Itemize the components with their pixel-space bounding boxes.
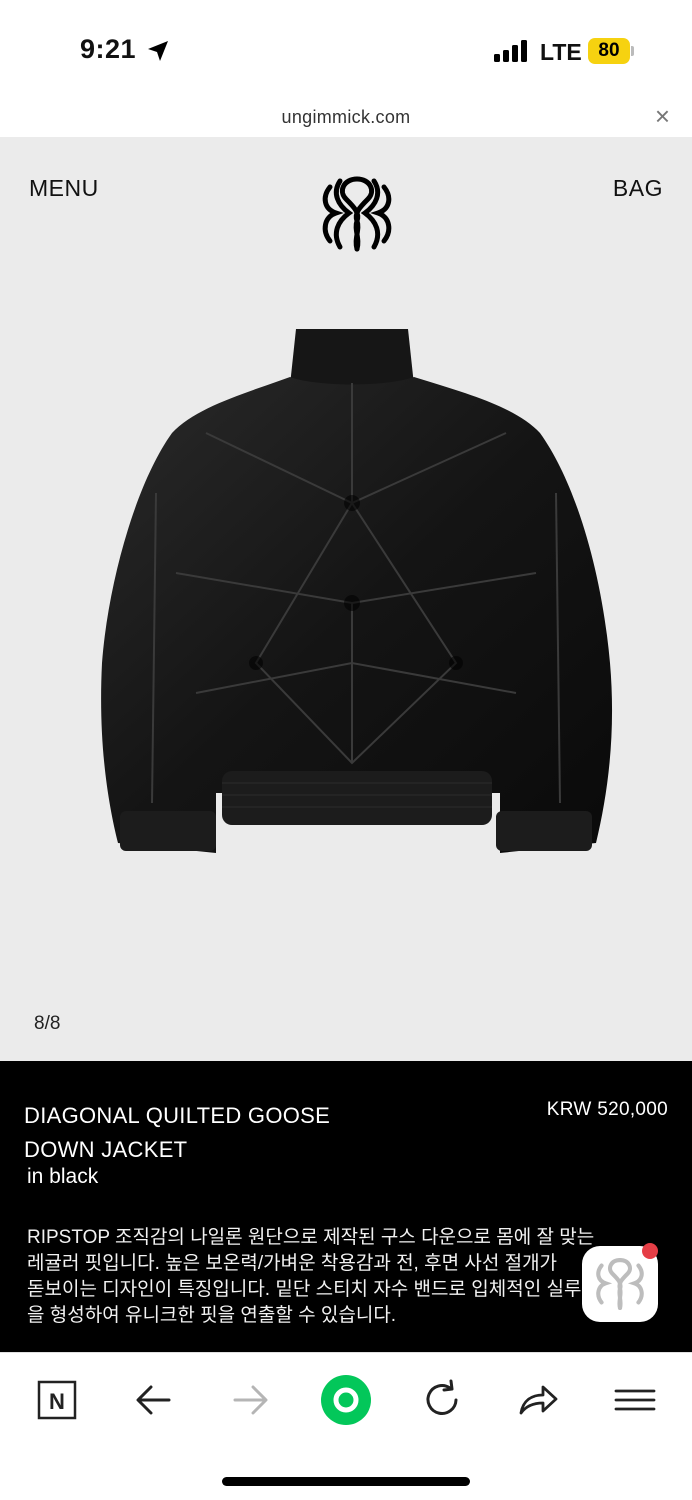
back-arrow-icon bbox=[136, 1385, 171, 1415]
product-color: in black bbox=[27, 1165, 99, 1188]
battery-level: 80 bbox=[598, 40, 620, 61]
close-icon[interactable]: × bbox=[655, 101, 670, 132]
green-dot-icon bbox=[321, 1375, 371, 1425]
share-icon bbox=[519, 1385, 558, 1415]
bag-button[interactable]: BAG bbox=[613, 175, 663, 202]
menu-button[interactable]: MENU bbox=[29, 175, 99, 202]
jacket-image[interactable] bbox=[96, 323, 616, 863]
location-arrow-icon bbox=[148, 41, 168, 61]
forward-button[interactable] bbox=[223, 1373, 277, 1427]
naver-home-button[interactable]: N bbox=[30, 1373, 84, 1427]
menu-button-toolbar[interactable] bbox=[608, 1373, 662, 1427]
url-bar[interactable]: ungimmick.com × bbox=[0, 95, 692, 137]
forward-arrow-icon bbox=[233, 1385, 268, 1415]
product-price: KRW 520,000 bbox=[546, 1099, 668, 1120]
product-gallery[interactable]: MENU BAG 8/8 bbox=[0, 137, 692, 1061]
brand-logo[interactable] bbox=[316, 173, 398, 255]
svg-text:N: N bbox=[49, 1389, 65, 1414]
back-button[interactable] bbox=[127, 1373, 181, 1427]
home-indicator bbox=[222, 1477, 470, 1486]
product-title: DIAGONAL QUILTED GOOSE DOWN JACKET bbox=[24, 1103, 331, 1162]
naver-n-icon: N bbox=[37, 1380, 77, 1420]
menu-icon bbox=[614, 1389, 656, 1411]
status-bar: 9:21 LTE 80 bbox=[0, 0, 692, 95]
network-label: LTE bbox=[540, 39, 582, 65]
image-counter: 8/8 bbox=[34, 1013, 61, 1034]
url-text[interactable]: ungimmick.com bbox=[0, 107, 692, 128]
brand-chat-icon bbox=[596, 1258, 644, 1310]
green-dot-button[interactable] bbox=[319, 1373, 373, 1427]
reload-icon bbox=[426, 1379, 458, 1415]
status-time: 9:21 bbox=[80, 34, 137, 64]
product-description: RIPSTOP 조직감의 나일론 원단으로 제작된 구스 다운으로 몸에 잘 맞… bbox=[27, 1227, 599, 1326]
notification-dot bbox=[642, 1243, 658, 1259]
battery-icon: 80 bbox=[588, 38, 634, 64]
share-button[interactable] bbox=[511, 1373, 565, 1427]
signal-icon bbox=[494, 40, 528, 62]
reload-button[interactable] bbox=[415, 1373, 469, 1427]
